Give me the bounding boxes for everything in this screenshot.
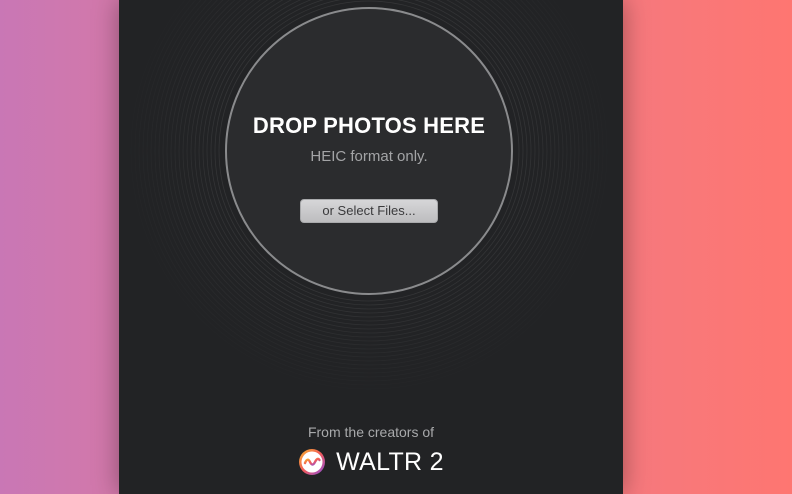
select-files-button[interactable]: or Select Files... xyxy=(300,199,438,223)
brand-name: WALTR 2 xyxy=(336,447,444,476)
app-window: DROP PHOTOS HERE HEIC format only. or Se… xyxy=(119,0,623,494)
drop-title: DROP PHOTOS HERE xyxy=(252,113,486,138)
drop-zone[interactable]: DROP PHOTOS HERE HEIC format only. or Se… xyxy=(225,7,513,295)
waltr-logo-icon xyxy=(299,449,326,475)
creators-caption: From the creators of xyxy=(307,424,435,440)
drop-subtitle: HEIC format only. xyxy=(310,148,428,165)
waltr-brand-link[interactable]: WALTR 2 xyxy=(119,446,623,478)
